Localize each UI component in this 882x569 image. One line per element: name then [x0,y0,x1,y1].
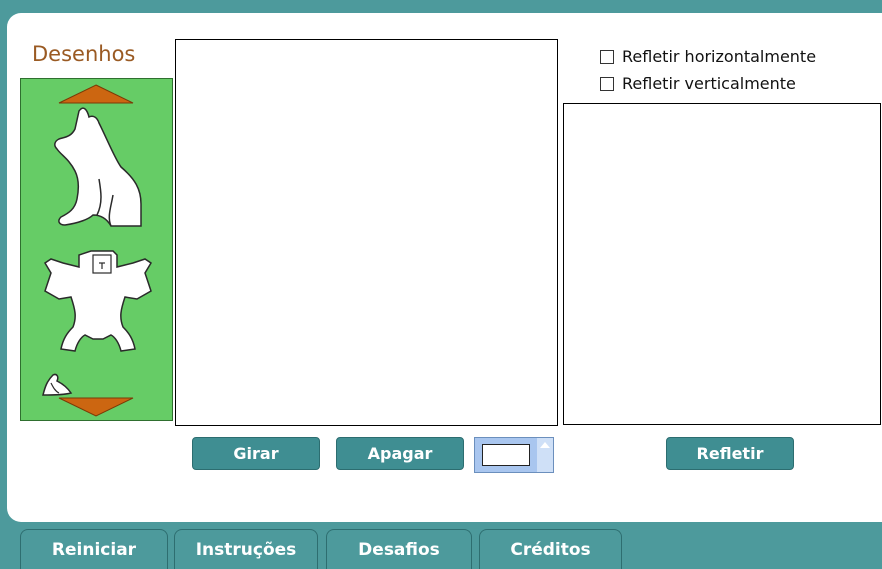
dog-figure-icon[interactable] [49,99,149,229]
flip-vertical-option[interactable]: Refletir verticalmente [600,74,796,93]
chevron-up-icon [540,442,550,448]
flip-vertical-label: Refletir verticalmente [622,74,796,93]
tab-credits[interactable]: Créditos [479,529,622,569]
tab-challenges[interactable]: Desafios [326,529,472,569]
arrow-down-icon[interactable] [57,396,135,418]
reflect-button[interactable]: Refletir [666,437,794,470]
rotate-button[interactable]: Girar [192,437,320,470]
flip-horizontal-label: Refletir horizontalmente [622,47,817,66]
color-swatch[interactable] [482,444,530,466]
flip-horizontal-option[interactable]: Refletir horizontalmente [600,47,816,66]
checkbox-icon[interactable] [600,49,614,64]
tab-restart[interactable]: Reiniciar [20,529,168,569]
human-figure-icon[interactable] [33,247,163,353]
tab-instructions[interactable]: Instruções [174,529,318,569]
bird-figure-icon[interactable] [39,369,73,399]
color-picker[interactable] [474,437,554,473]
color-spinner[interactable] [537,438,553,472]
erase-button[interactable]: Apagar [336,437,464,470]
checkbox-icon[interactable] [600,76,614,91]
gallery-title: Desenhos [32,42,136,66]
drawing-canvas[interactable] [175,39,558,426]
reflection-canvas [563,103,881,425]
drawing-gallery [20,78,173,421]
